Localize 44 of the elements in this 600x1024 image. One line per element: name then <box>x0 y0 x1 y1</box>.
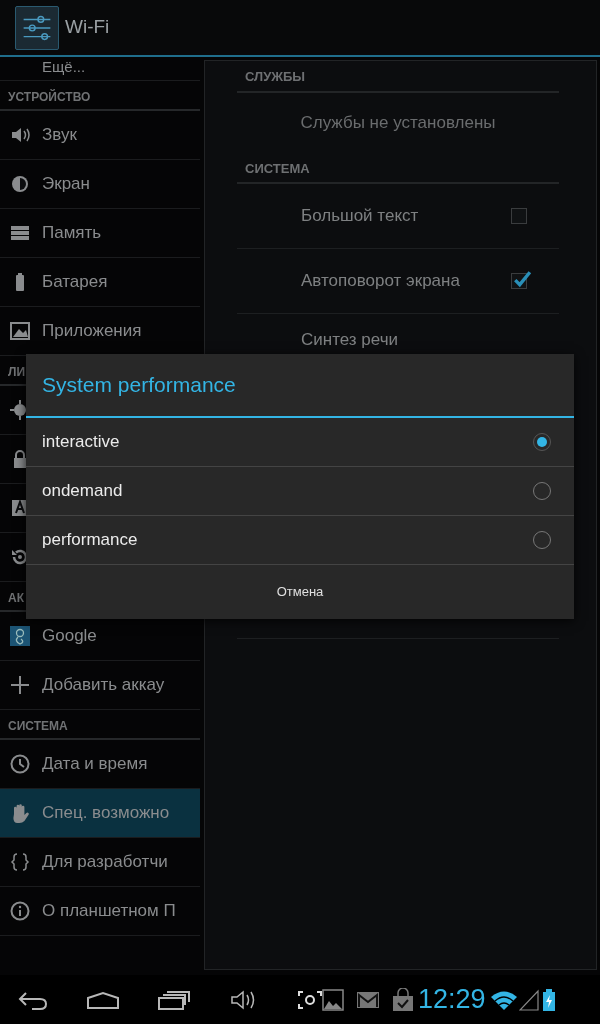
recent-apps-icon[interactable] <box>158 989 190 1010</box>
menu-item[interactable]: Звук <box>0 111 200 160</box>
image-icon[interactable] <box>322 988 344 1011</box>
g-logo-icon <box>9 625 31 647</box>
setting-label: Синтез речи <box>301 329 399 351</box>
section-header: УСТРОЙСТВО <box>8 90 91 104</box>
menu-item[interactable]: Ещё... <box>0 57 200 81</box>
section-header: ЛИ <box>8 365 26 379</box>
menu-item[interactable]: Добавить аккау <box>0 661 200 710</box>
info-icon <box>9 900 31 922</box>
option-row[interactable]: interactive <box>26 418 574 467</box>
section-header: СИСТЕМА <box>8 719 68 733</box>
screen-title: Wi-Fi <box>65 15 110 40</box>
menu-item[interactable]: Экран <box>0 160 200 209</box>
back-icon[interactable] <box>18 989 48 1010</box>
dialog-title: System performance <box>42 372 236 399</box>
menu-item[interactable]: Спец. возможно <box>0 789 200 838</box>
brightness-icon <box>9 173 31 195</box>
braces-icon <box>9 851 31 873</box>
volume-icon[interactable] <box>230 988 256 1011</box>
home-icon[interactable] <box>86 990 120 1009</box>
shopping-bag-icon[interactable] <box>392 987 414 1012</box>
signal-icon <box>518 988 539 1011</box>
checkbox[interactable] <box>511 208 527 224</box>
section-header: СЛУЖБЫ <box>245 69 306 84</box>
battery-charging-icon <box>541 987 556 1012</box>
menu-item[interactable]: Память <box>0 209 200 258</box>
plus-icon <box>9 674 31 696</box>
clock-text: 12:29 <box>418 983 486 1017</box>
menu-item[interactable]: О планшетном П <box>0 887 200 936</box>
picture-frame-icon <box>9 320 31 342</box>
settings-icon[interactable] <box>15 5 59 50</box>
menu-item[interactable]: Для разработчи <box>0 838 200 887</box>
option-row[interactable]: performance <box>26 516 574 565</box>
menu-item[interactable]: Батарея <box>0 258 200 307</box>
screenshot-icon[interactable] <box>298 990 322 1009</box>
setting-label: Автоповорот экрана <box>301 270 460 293</box>
envelope-icon[interactable] <box>356 989 380 1010</box>
setting-label: Большой текст <box>301 205 419 228</box>
clock-icon <box>9 753 31 775</box>
section-header: СИСТЕМА <box>245 160 310 176</box>
option-row[interactable]: ondemand <box>26 467 574 516</box>
empty-message: Службы не установлены <box>300 111 496 134</box>
section-header: АК <box>8 591 24 605</box>
